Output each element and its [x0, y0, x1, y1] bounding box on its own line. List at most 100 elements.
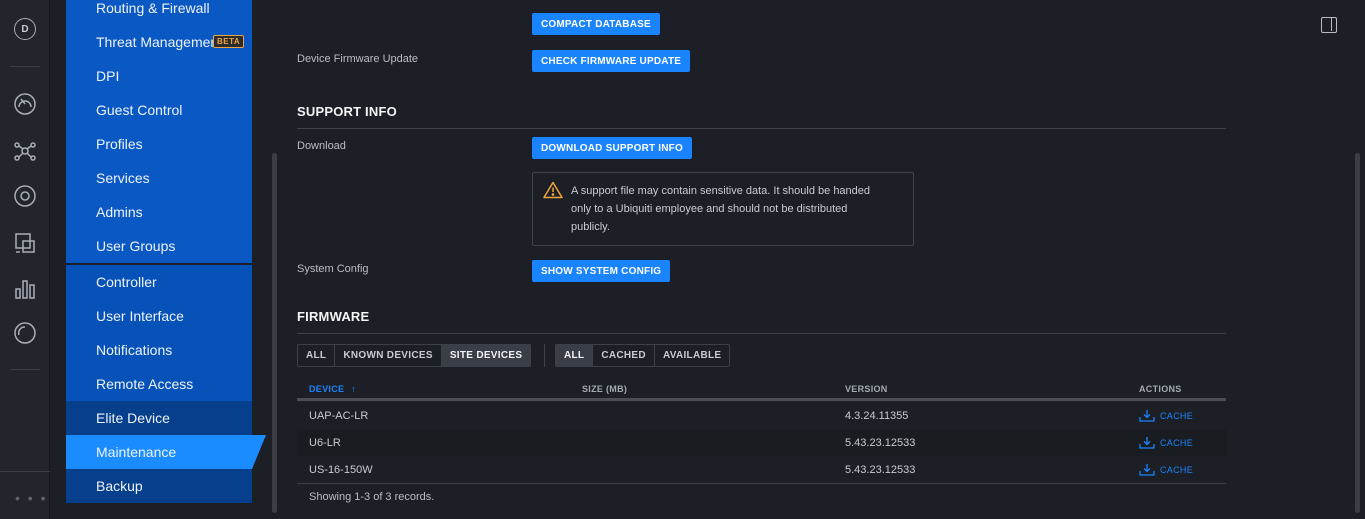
nav-item-label: Backup	[96, 478, 143, 494]
column-header-actions: ACTIONS	[1139, 384, 1182, 394]
table-row: US-16-150W 5.43.23.12533 CACHE	[297, 456, 1226, 483]
user-avatar[interactable]: D	[14, 18, 36, 40]
nav-item-label: Notifications	[96, 342, 173, 358]
nav-item-remote-access[interactable]: Remote Access	[66, 367, 252, 401]
filter-all-firmware[interactable]: ALL	[556, 345, 594, 366]
version-cell: 5.43.23.12533	[845, 464, 916, 476]
warning-text-line: only to a Ubiquiti employee and should n…	[571, 203, 848, 215]
check-firmware-update-button[interactable]: CHECK FIRMWARE UPDATE	[532, 50, 691, 72]
warning-text-line: A support file may contain sensitive dat…	[571, 185, 871, 197]
sort-ascending-icon: ↑	[351, 384, 356, 394]
download-support-info-button[interactable]: DOWNLOAD SUPPORT INFO	[532, 137, 692, 159]
dashboard-icon[interactable]	[12, 91, 38, 117]
rail-divider	[0, 471, 50, 472]
nav-item-label: Remote Access	[96, 376, 194, 392]
nav-item-backup[interactable]: Backup	[66, 469, 252, 503]
nav-item-label: Elite Device	[96, 410, 170, 426]
column-header-version[interactable]: VERSION	[845, 384, 888, 394]
nav-item-controller[interactable]: Controller	[66, 265, 252, 299]
download-icon	[1139, 437, 1155, 449]
nav-item-maintenance[interactable]: Maintenance	[66, 435, 252, 469]
insights-icon[interactable]	[12, 320, 38, 346]
records-count: Showing 1-3 of 3 records.	[309, 491, 435, 503]
column-header-device[interactable]: DEVICE ↑	[309, 384, 356, 394]
nav-item-label: Profiles	[96, 136, 143, 152]
nav-item-label: Controller	[96, 274, 157, 290]
nav-item-user-interface[interactable]: User Interface	[66, 299, 252, 333]
settings-nav: Routing & Firewall Threat Management DPI…	[66, 0, 252, 503]
cache-label: CACHE	[1160, 437, 1194, 448]
active-nav-indicator	[252, 435, 266, 469]
filter-site-devices[interactable]: SITE DEVICES	[441, 345, 531, 366]
column-header-label: DEVICE	[309, 384, 345, 394]
cache-button[interactable]: CACHE	[1139, 463, 1193, 476]
filter-known-devices[interactable]: KNOWN DEVICES	[335, 345, 442, 366]
nav-item-services[interactable]: Services	[66, 161, 252, 195]
support-warning-box: A support file may contain sensitive dat…	[532, 172, 914, 246]
filter-all-devices[interactable]: ALL	[298, 345, 336, 366]
filter-cached[interactable]: CACHED	[593, 345, 655, 366]
warning-icon	[543, 181, 563, 205]
rail-divider	[10, 66, 40, 67]
device-cell: US-16-150W	[309, 464, 373, 476]
download-icon	[1139, 464, 1155, 476]
column-header-size[interactable]: SIZE (MB)	[582, 384, 627, 394]
download-icon	[1139, 410, 1155, 422]
filter-divider	[544, 344, 545, 367]
nav-item-guest-control[interactable]: Guest Control	[66, 93, 252, 127]
topology-icon[interactable]	[12, 138, 38, 164]
table-row: UAP-AC-LR 4.3.24.11355 CACHE	[297, 402, 1226, 429]
nav-item-label: User Interface	[96, 308, 184, 324]
system-config-label: System Config	[297, 263, 369, 275]
device-cell: U6-LR	[309, 437, 341, 449]
nav-item-notifications[interactable]: Notifications	[66, 333, 252, 367]
icon-rail: D • • •	[0, 0, 50, 519]
toggle-panel-icon[interactable]	[1321, 17, 1337, 33]
nav-item-label: DPI	[96, 68, 120, 84]
cache-button[interactable]: CACHE	[1139, 409, 1193, 422]
table-row: U6-LR 5.43.23.12533 CACHE	[297, 429, 1226, 456]
section-divider	[297, 128, 1226, 129]
statistics-icon[interactable]	[12, 276, 38, 302]
nav-item-admins[interactable]: Admins	[66, 195, 252, 229]
table-footer-rule	[297, 483, 1226, 484]
nav-item-profiles[interactable]: Profiles	[66, 127, 252, 161]
firmware-update-label: Device Firmware Update	[297, 53, 419, 65]
cache-filter: ALL CACHED AVAILABLE	[555, 344, 731, 367]
nav-item-label: Threat Management	[96, 34, 223, 50]
nav-scrollbar[interactable]	[272, 153, 277, 513]
devices-icon[interactable]	[12, 230, 38, 256]
rail-divider	[10, 369, 40, 370]
filter-available[interactable]: AVAILABLE	[655, 345, 729, 366]
nav-item-label: User Groups	[96, 238, 176, 254]
nav-item-label: Admins	[96, 204, 143, 220]
version-cell: 4.3.24.11355	[845, 410, 909, 422]
support-info-title: SUPPORT INFO	[297, 104, 397, 119]
warning-text-line: publicly.	[571, 221, 610, 233]
nav-item-elite-device[interactable]: Elite Device	[66, 401, 252, 435]
target-icon[interactable]	[12, 183, 38, 209]
nav-item-label: Guest Control	[96, 102, 183, 118]
nav-item-label: Routing & Firewall	[96, 0, 210, 16]
table-header-rule	[297, 398, 1226, 401]
show-system-config-button[interactable]: SHOW SYSTEM CONFIG	[532, 260, 671, 282]
version-cell: 5.43.23.12533	[845, 437, 916, 449]
nav-group-controller: Controller User Interface Notifications …	[66, 265, 252, 503]
firmware-title: FIRMWARE	[297, 309, 370, 324]
content-scrollbar[interactable]	[1355, 153, 1360, 513]
section-divider	[297, 333, 1226, 334]
nav-item-dpi[interactable]: DPI	[66, 59, 252, 93]
compact-database-button[interactable]: COMPACT DATABASE	[532, 13, 660, 35]
nav-item-label: Maintenance	[96, 444, 177, 460]
beta-badge: BETA	[213, 35, 245, 48]
cache-label: CACHE	[1160, 410, 1194, 421]
device-filter: ALL KNOWN DEVICES SITE DEVICES	[297, 344, 532, 367]
device-cell: UAP-AC-LR	[309, 410, 369, 422]
nav-item-user-groups[interactable]: User Groups	[66, 229, 252, 263]
nav-item-label: Services	[96, 170, 150, 186]
cache-button[interactable]: CACHE	[1139, 436, 1193, 449]
download-label: Download	[297, 140, 346, 152]
more-icon[interactable]: • • •	[15, 490, 47, 506]
nav-item-routing-firewall[interactable]: Routing & Firewall	[66, 0, 252, 25]
cache-label: CACHE	[1160, 464, 1194, 475]
